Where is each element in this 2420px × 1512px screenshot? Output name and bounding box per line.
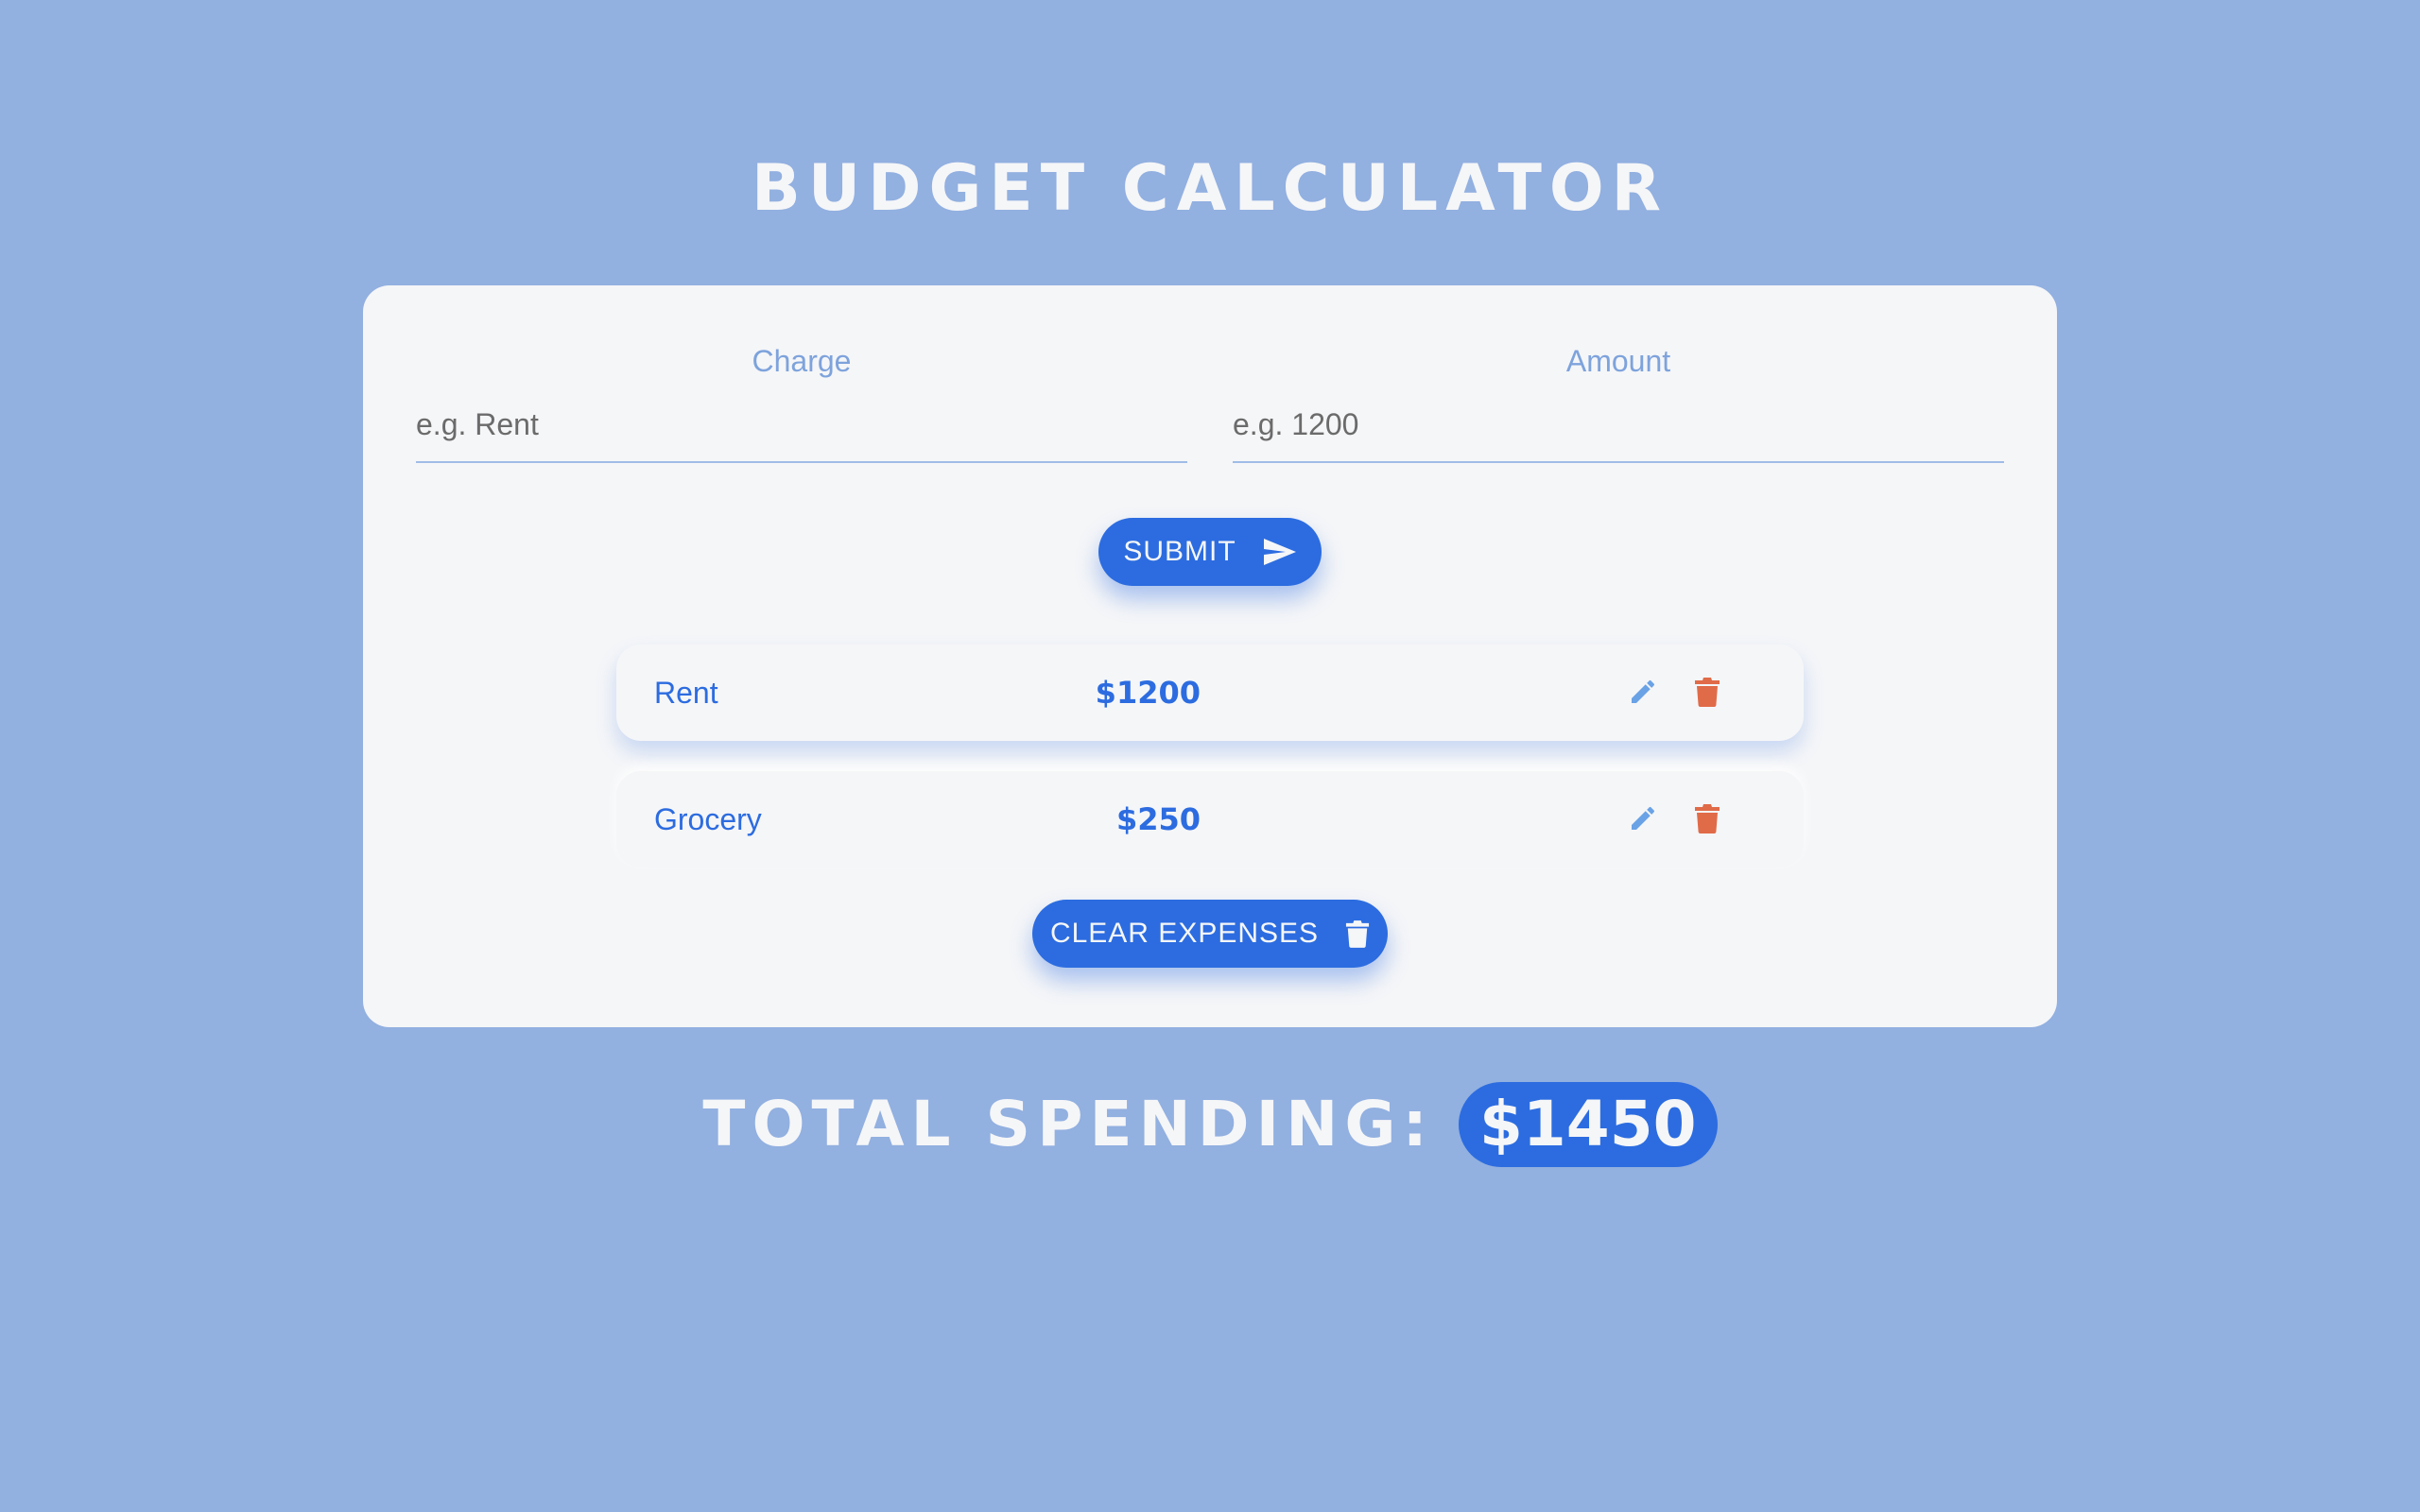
- edit-button[interactable]: [1624, 799, 1662, 837]
- amount-label: Amount: [1565, 344, 1671, 378]
- pencil-icon: [1632, 679, 1655, 703]
- trash-icon: [1695, 804, 1720, 833]
- amount-input[interactable]: [1233, 387, 2004, 463]
- expense-name: Grocery: [654, 802, 762, 836]
- charge-field: Charge: [416, 342, 1187, 463]
- edit-button[interactable]: [1624, 673, 1662, 711]
- expense-amount: $250: [1115, 801, 1201, 837]
- expense-amount: $1200: [1095, 675, 1201, 711]
- trash-icon: [1695, 678, 1720, 707]
- expense-list: Rent $1200 Grocery $250: [616, 644, 1804, 898]
- expense-item: Rent $1200: [616, 644, 1804, 741]
- expense-name: Rent: [654, 676, 718, 710]
- charge-input[interactable]: [416, 387, 1187, 463]
- amount-field: Amount: [1233, 342, 2004, 463]
- submit-button[interactable]: SUBMIT: [1098, 518, 1322, 586]
- submit-label: SUBMIT: [1123, 536, 1236, 567]
- send-icon: [1263, 539, 1296, 565]
- clear-expenses-label: CLEAR EXPENSES: [1049, 918, 1320, 949]
- total-spending-label: TOTAL SPENDING:: [702, 1088, 1434, 1160]
- total-spending: TOTAL SPENDING: $1450: [0, 1082, 2420, 1167]
- expense-form-card: Charge Amount SUBMIT Rent $1200: [363, 285, 2057, 1027]
- expense-item: Grocery $250: [616, 771, 1804, 868]
- delete-button[interactable]: [1688, 799, 1726, 837]
- budget-calculator-page: BUDGET CALCULATOR Charge Amount SUBMIT R…: [0, 0, 2420, 1512]
- total-spending-value: $1450: [1458, 1082, 1718, 1167]
- clear-expenses-button[interactable]: CLEAR EXPENSES: [1032, 900, 1388, 968]
- trash-icon: [1345, 920, 1370, 948]
- charge-label: Charge: [752, 344, 852, 378]
- pencil-icon: [1632, 806, 1655, 830]
- delete-button[interactable]: [1688, 673, 1726, 711]
- page-title: BUDGET CALCULATOR: [751, 151, 1669, 226]
